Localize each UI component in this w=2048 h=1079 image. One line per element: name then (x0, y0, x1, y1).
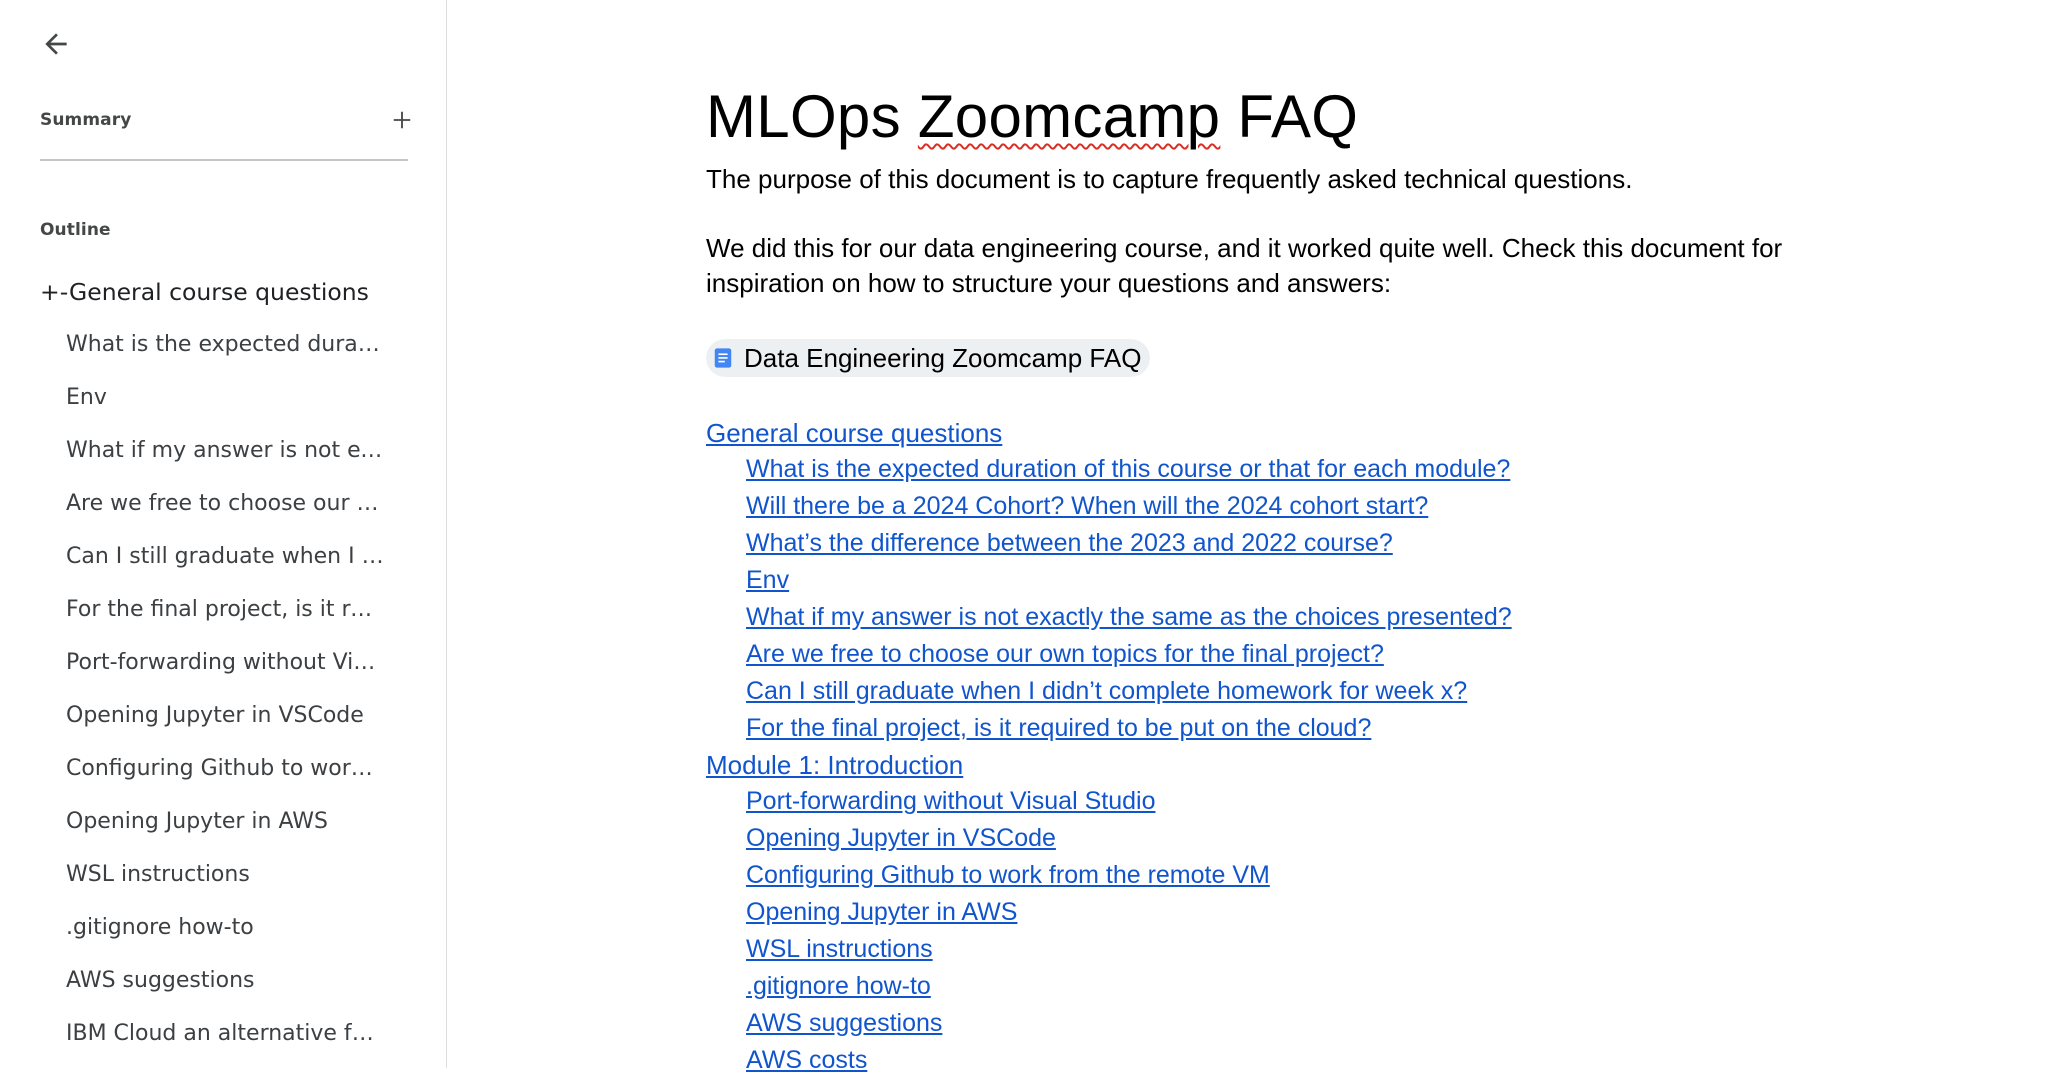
toc-entry-link[interactable]: What is the expected duration of this co… (746, 455, 1510, 483)
title-part-1: MLOps (706, 83, 918, 150)
toc-entry: Port-forwarding without Visual Studio (706, 783, 1906, 820)
toc-entry-link[interactable]: Configuring Github to work from the remo… (746, 861, 1270, 889)
toc-entry: Configuring Github to work from the remo… (706, 857, 1906, 894)
outline-list: +-General course questions What is the ex… (0, 272, 446, 1067)
toc-entry: WSL instructions (706, 931, 1906, 968)
toc-entry-link[interactable]: Port-forwarding without Visual Studio (746, 787, 1155, 815)
add-summary-button[interactable] (386, 104, 418, 136)
arrow-left-icon (45, 33, 67, 55)
outline-item[interactable]: For the final project, is it required to… (0, 590, 384, 643)
toc-entry-link[interactable]: Opening Jupyter in VSCode (746, 824, 1056, 852)
toc-section: Module 1: Introduction (706, 747, 1906, 783)
toc-section: General course questions (706, 415, 1906, 451)
toc-entry: Env (706, 562, 1906, 599)
summary-divider (40, 159, 408, 161)
outline-label: Outline (40, 220, 111, 240)
back-arrow-icon[interactable] (36, 24, 76, 64)
outline-item[interactable]: Configuring Github to work from the remo… (0, 749, 384, 802)
title-part-3: FAQ (1220, 83, 1359, 150)
intro-paragraph: The purpose of this document is to captu… (706, 164, 1633, 194)
toc-entry: For the final project, is it required to… (706, 710, 1906, 747)
toc-entry-link[interactable]: AWS suggestions (746, 1009, 942, 1037)
document-title[interactable]: MLOps Zoomcamp FAQ (706, 72, 1906, 162)
toc-entry-link[interactable]: For the final project, is it required to… (746, 714, 1371, 742)
summary-label: Summary (40, 110, 132, 130)
linked-doc-chip[interactable]: Data Engineering Zoomcamp FAQ (706, 339, 1151, 377)
outline-item[interactable]: What is the expected duration of this co… (0, 325, 384, 378)
toc-entry-link[interactable]: What if my answer is not exactly the sam… (746, 603, 1512, 631)
toc-entry-link[interactable]: What’s the difference between the 2023 a… (746, 529, 1393, 557)
toc-entry: AWS costs (706, 1042, 1906, 1079)
toc-section-link[interactable]: General course questions (706, 418, 1002, 448)
outline-item[interactable]: AWS suggestions (0, 961, 384, 1014)
toc-entry: Opening Jupyter in AWS (706, 894, 1906, 931)
toc-entry-link[interactable]: Are we free to choose our own topics for… (746, 640, 1384, 668)
toc-entry-link[interactable]: WSL instructions (746, 935, 933, 963)
toc-section-link[interactable]: Module 1: Introduction (706, 750, 963, 780)
toc-entry-link[interactable]: AWS costs (746, 1046, 867, 1074)
toc-entry-link[interactable]: Opening Jupyter in AWS (746, 898, 1017, 926)
outline-item[interactable]: What if my answer is not exactly the sam… (0, 431, 384, 484)
outline-item[interactable]: Can I still graduate when I didn’t compl… (0, 537, 384, 590)
toc-entry: What is the expected duration of this co… (706, 451, 1906, 488)
toc-entry-link[interactable]: Can I still graduate when I didn’t compl… (746, 677, 1467, 705)
document-body[interactable]: MLOps Zoomcamp FAQ The purpose of this d… (706, 72, 1906, 1079)
summary-header: Summary (40, 104, 411, 136)
toc-entry: What if my answer is not exactly the sam… (706, 599, 1906, 636)
outline-item[interactable]: WSL instructions (0, 855, 384, 908)
toc-entry: .gitignore how-to (706, 968, 1906, 1005)
toc-entry: Can I still graduate when I didn’t compl… (706, 673, 1906, 710)
inspiration-paragraph: We did this for our data engineering cou… (706, 233, 1783, 298)
outline-item[interactable]: IBM Cloud an alternative for AWS (0, 1014, 384, 1067)
google-doc-icon (712, 347, 734, 369)
outline-item[interactable]: .gitignore how-to (0, 908, 384, 961)
toc-entry: What’s the difference between the 2023 a… (706, 525, 1906, 562)
outline-item[interactable]: Port-forwarding without Visual Studio (0, 643, 384, 696)
toc-entry: Opening Jupyter in VSCode (706, 820, 1906, 857)
outline-item[interactable]: Opening Jupyter in VSCode (0, 696, 384, 749)
toc-entry: Are we free to choose our own topics for… (706, 636, 1906, 673)
toc-entry-link[interactable]: Env (746, 566, 789, 594)
outline-item[interactable]: Are we free to choose our own topics for… (0, 484, 384, 537)
title-misspelled-word[interactable]: Zoomcamp (918, 83, 1221, 150)
plus-icon (393, 111, 411, 129)
linked-doc-chip-label: Data Engineering Zoomcamp FAQ (744, 342, 1142, 373)
toc-entry-link[interactable]: Will there be a 2024 Cohort? When will t… (746, 492, 1428, 520)
toc-entry: Will there be a 2024 Cohort? When will t… (706, 488, 1906, 525)
toc-entry-link[interactable]: .gitignore how-to (746, 972, 931, 1000)
document-outline-panel: Summary Outline +-General course questio… (0, 0, 447, 1068)
toc-entry: AWS suggestions (706, 1005, 1906, 1042)
outline-item-heading[interactable]: +-General course questions (0, 272, 400, 325)
table-of-contents: General course questions What is the expe… (706, 415, 1906, 1079)
outline-item[interactable]: Opening Jupyter in AWS (0, 802, 384, 855)
outline-item[interactable]: Env (0, 378, 384, 431)
